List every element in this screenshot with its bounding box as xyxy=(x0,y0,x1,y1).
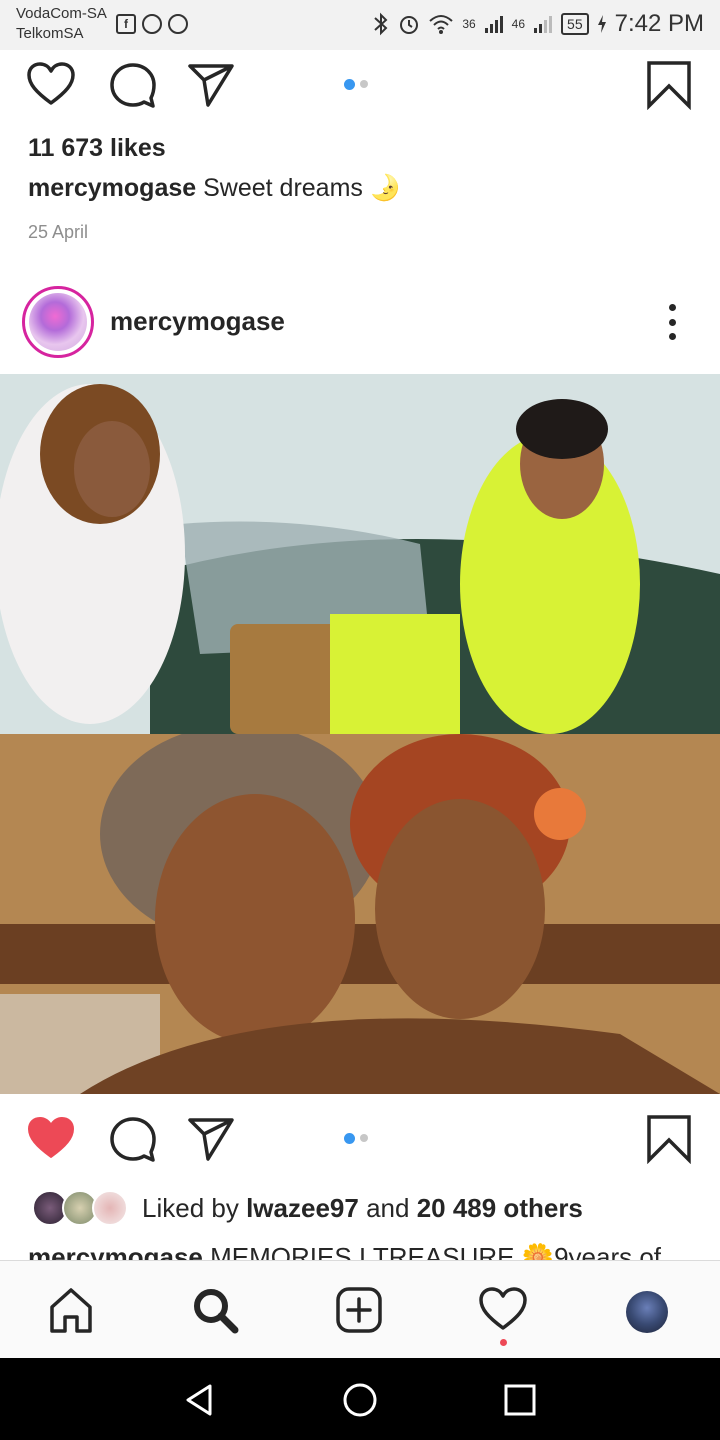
post-header: mercymogase xyxy=(0,282,720,374)
likes-count[interactable]: 11 673 likes xyxy=(28,134,166,163)
bookmark-icon[interactable] xyxy=(644,1114,694,1164)
post-image-bottom[interactable] xyxy=(0,734,720,1094)
user-avatar[interactable] xyxy=(22,286,94,358)
carousel-indicator xyxy=(344,79,368,90)
post-username[interactable]: mercymogase xyxy=(110,306,285,337)
liked-by-and: and xyxy=(366,1192,410,1223)
activity-heart-icon[interactable] xyxy=(478,1285,528,1335)
comment-icon[interactable] xyxy=(108,60,158,110)
post1-action-row xyxy=(0,60,720,120)
signal-label-1: 36 xyxy=(462,17,476,31)
alarm-icon xyxy=(400,16,419,34)
liked-by-others[interactable]: 20 489 others xyxy=(417,1193,583,1223)
liked-heart-icon[interactable] xyxy=(26,1114,76,1164)
avatar-image xyxy=(29,293,87,351)
signal-icon-2 xyxy=(534,16,553,33)
carousel-dot xyxy=(360,1134,368,1142)
home-icon[interactable] xyxy=(46,1285,96,1335)
liker-avatars[interactable] xyxy=(32,1190,132,1226)
clock: 7:42 PM xyxy=(614,10,704,37)
whatsapp-icon xyxy=(142,14,162,34)
battery-indicator: 55 xyxy=(561,13,589,35)
carrier-1: VodaCom-SA xyxy=(16,5,107,22)
bookmark-icon[interactable] xyxy=(644,60,694,110)
post-image-top[interactable] xyxy=(0,374,720,734)
caption-username[interactable]: mercymogase xyxy=(28,174,196,202)
carousel-dot-active xyxy=(344,1133,355,1144)
carousel-dot-active xyxy=(344,79,355,90)
system-status-icons: 36 46 55 7:42 PM xyxy=(372,10,704,38)
liked-by-username[interactable]: lwazee97 xyxy=(246,1193,359,1223)
post-date: 25 April xyxy=(28,222,89,242)
search-icon[interactable] xyxy=(190,1285,240,1335)
facebook-icon: f xyxy=(116,14,136,34)
carrier-2: TelkomSA xyxy=(16,25,84,42)
profile-avatar[interactable] xyxy=(626,1291,668,1333)
comment-icon[interactable] xyxy=(108,1114,158,1164)
photo-top-illustration xyxy=(0,374,720,734)
messenger-icon xyxy=(168,14,188,34)
post2-action-row xyxy=(0,1114,720,1174)
post-caption: mercymogase Sweet dreams 🌛 xyxy=(28,174,401,203)
activity-notification-dot xyxy=(500,1339,507,1346)
carousel-indicator xyxy=(344,1133,368,1144)
carousel-dot xyxy=(360,80,368,88)
liker-avatar xyxy=(92,1190,128,1226)
status-bar: VodaCom-SA TelkomSA f 36 46 55 7:42 PM xyxy=(0,0,720,50)
charging-icon xyxy=(597,15,606,33)
share-icon[interactable] xyxy=(186,1114,236,1164)
bottom-navigation xyxy=(0,1260,720,1358)
more-options-icon[interactable] xyxy=(662,304,682,340)
photo-bottom-illustration xyxy=(0,734,720,1094)
home-button-icon[interactable] xyxy=(340,1380,380,1420)
liked-by-row: Liked by lwazee97 and 20 489 others xyxy=(32,1188,583,1228)
signal-icon-1 xyxy=(484,16,503,33)
android-navigation-bar xyxy=(0,1358,720,1440)
new-post-icon[interactable] xyxy=(334,1285,384,1335)
recents-icon[interactable] xyxy=(500,1380,540,1420)
wifi-icon xyxy=(429,15,453,34)
caption-text: Sweet dreams 🌛 xyxy=(203,174,401,202)
notification-icons: f xyxy=(116,14,188,34)
back-icon[interactable] xyxy=(180,1380,220,1420)
signal-label-2: 46 xyxy=(511,17,526,31)
liked-by-prefix: Liked by xyxy=(142,1192,239,1223)
like-heart-icon[interactable] xyxy=(26,60,76,110)
carrier-names: VodaCom-SA TelkomSA xyxy=(16,4,107,44)
bluetooth-icon xyxy=(374,12,388,36)
share-icon[interactable] xyxy=(186,60,236,110)
liked-by-text[interactable]: Liked by lwazee97 and 20 489 others xyxy=(142,1193,583,1224)
